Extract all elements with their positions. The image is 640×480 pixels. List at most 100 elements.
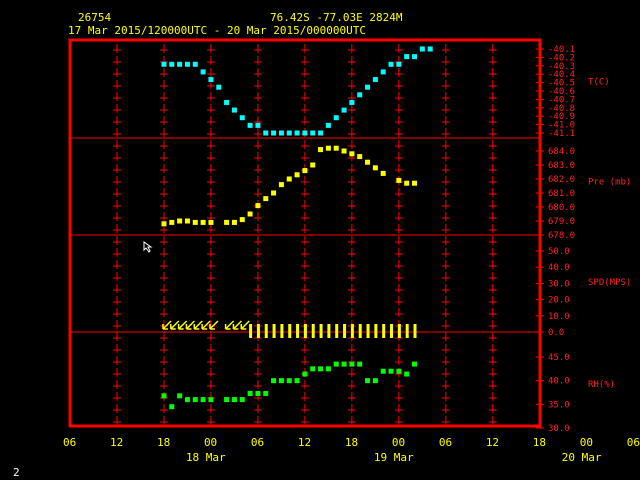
y-tick-label: 679.0 — [548, 217, 575, 227]
y-tick-label: 0.0 — [548, 328, 564, 338]
page-number: 2 — [13, 466, 20, 479]
wind-calm-mark — [390, 324, 394, 338]
wind-calm-mark — [374, 324, 378, 338]
wind-calm-mark — [366, 324, 370, 338]
wind-calm-mark — [343, 324, 347, 338]
time-range: 17 Mar 2015/120000UTC - 20 Mar 2015/0000… — [68, 24, 366, 37]
x-date-label: 18 Mar — [186, 451, 226, 464]
humidity-point — [412, 361, 418, 367]
pressure-point — [349, 151, 355, 157]
temperature-point — [396, 61, 402, 67]
temperature-point — [427, 46, 433, 52]
x-tick-label: 06 — [63, 436, 76, 449]
temperature-point — [216, 84, 222, 90]
humidity-point — [294, 378, 300, 384]
pressure-point — [412, 180, 418, 186]
y-axis-title-humidity: RH(%) — [588, 380, 615, 390]
temperature-point — [184, 61, 190, 67]
y-tick-label: 30.0 — [548, 424, 570, 434]
humidity-point — [357, 361, 363, 367]
x-tick-label: 12 — [298, 436, 311, 449]
y-axis-title-pressure: Pre (mb) — [588, 178, 631, 188]
pressure-point — [333, 145, 339, 151]
temperature-point — [239, 115, 245, 121]
wind-calm-mark — [405, 324, 409, 338]
wind-calm-mark — [288, 324, 292, 338]
humidity-point — [365, 378, 371, 384]
humidity-point — [302, 371, 308, 377]
temperature-point — [357, 92, 363, 98]
x-date-label: 20 Mar — [562, 451, 602, 464]
x-tick-label: 18 — [157, 436, 170, 449]
humidity-point — [255, 390, 261, 396]
pressure-point — [161, 221, 167, 227]
y-tick-label: 40.0 — [548, 263, 570, 273]
x-tick-label: 06 — [439, 436, 452, 449]
temperature-point — [224, 99, 230, 105]
temperature-point — [286, 130, 292, 136]
pressure-point — [200, 219, 206, 225]
pressure-point — [372, 165, 378, 171]
x-tick-label: 06 — [627, 436, 640, 449]
humidity-point — [396, 368, 402, 374]
temperature-point — [161, 61, 167, 67]
pressure-point — [169, 219, 175, 225]
x-tick-label: 00 — [580, 436, 593, 449]
y-tick-label: 35.0 — [548, 400, 570, 410]
pressure-point — [310, 162, 316, 168]
temperature-point — [365, 84, 371, 90]
temperature-point — [388, 61, 394, 67]
x-tick-label: 00 — [392, 436, 405, 449]
pressure-point — [357, 154, 363, 160]
pressure-point — [396, 177, 402, 183]
pressure-point — [278, 182, 284, 188]
temperature-point — [208, 77, 214, 83]
humidity-point — [271, 378, 277, 384]
temperature-point — [325, 122, 331, 128]
pressure-point — [192, 219, 198, 225]
y-tick-label: 10.0 — [548, 312, 570, 322]
y-axis-title-temperature: T(C) — [588, 77, 610, 87]
temperature-point — [372, 77, 378, 83]
temperature-point — [177, 61, 183, 67]
temperature-point — [294, 130, 300, 136]
x-tick-label: 18 — [533, 436, 546, 449]
wind-barb — [178, 320, 188, 330]
wind-calm-mark — [350, 324, 354, 338]
pressure-point — [318, 147, 324, 153]
y-tick-label: 20.0 — [548, 296, 570, 306]
temperature-point — [302, 130, 308, 136]
wind-calm-mark — [335, 324, 339, 338]
wind-barb — [170, 320, 180, 330]
y-axis-labels: -40.1-40.2-40.3-40.4-40.5-40.6-40.7-40.8… — [536, 45, 631, 434]
wind-barb — [185, 320, 195, 330]
temperature-point — [255, 122, 261, 128]
humidity-point — [239, 397, 245, 403]
humidity-point — [208, 397, 214, 403]
temperature-point — [380, 69, 386, 75]
humidity-point — [380, 368, 386, 374]
humidity-point — [231, 397, 237, 403]
humidity-point — [310, 366, 316, 372]
pressure-point — [302, 168, 308, 174]
temperature-point — [333, 115, 339, 121]
wind-calm-mark — [319, 324, 323, 338]
temperature-point — [310, 130, 316, 136]
humidity-point — [318, 366, 324, 372]
y-tick-label: 30.0 — [548, 279, 570, 289]
temperature-point — [404, 54, 410, 60]
wind-calm-mark — [303, 324, 307, 338]
y-tick-label: 684.0 — [548, 147, 575, 157]
wind-calm-mark — [327, 324, 331, 338]
pressure-point — [271, 190, 277, 196]
humidity-point — [200, 397, 206, 403]
wind-barb — [193, 320, 203, 330]
wind-calm-mark — [256, 324, 260, 338]
humidity-point — [169, 404, 175, 410]
humidity-point — [341, 361, 347, 367]
grid-marks — [112, 44, 497, 424]
x-tick-label: 06 — [251, 436, 264, 449]
wind-calm-mark — [296, 324, 300, 338]
wind-barb — [201, 320, 211, 330]
humidity-point — [404, 371, 410, 377]
